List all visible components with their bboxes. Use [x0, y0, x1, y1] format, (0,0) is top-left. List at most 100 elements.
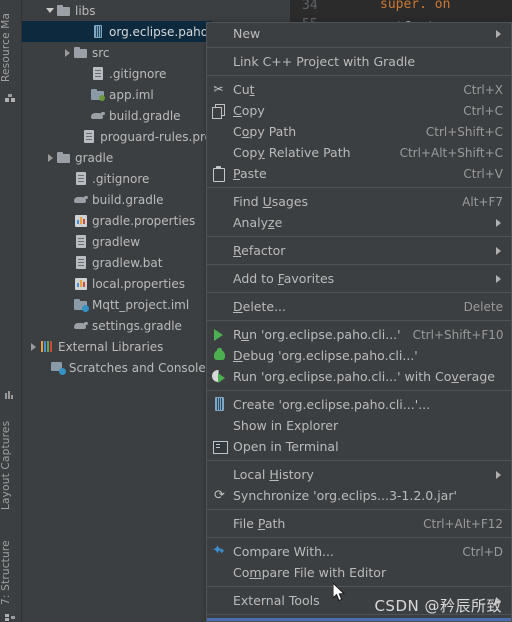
- menu-item-label: Find Usages: [233, 194, 309, 209]
- tree-row[interactable]: Scratches and Consoles: [22, 357, 212, 378]
- menu-item[interactable]: Find Usages Alt+F7: [207, 191, 511, 212]
- resource-manager-icon: [5, 88, 16, 102]
- layout-captures-icon: [5, 385, 16, 399]
- left-tool-strip: Resource Ma Layout Captures 7: Structure: [0, 0, 22, 622]
- tree-row[interactable]: build.gradle: [22, 105, 212, 126]
- terminal-icon: [207, 436, 233, 457]
- debug-icon: [207, 345, 233, 366]
- tree-row[interactable]: proguard-rules.pro: [22, 126, 212, 147]
- menu-item[interactable]: Analyze: [207, 212, 511, 233]
- menu-item-label: Copy: [233, 103, 265, 118]
- copy-icon: [207, 100, 233, 121]
- menu-item[interactable]: Run 'org.eclipse.paho.cli...' Ctrl+Shift+…: [207, 324, 511, 345]
- menu-separator: [207, 236, 511, 237]
- tree-row[interactable]: src: [22, 42, 212, 63]
- menu-item[interactable]: Create 'org.eclipse.paho.cli...'...: [207, 394, 511, 415]
- tree-row[interactable]: settings.gradle: [22, 315, 212, 336]
- menu-item[interactable]: Copy Relative Path Ctrl+Alt+Shift+C: [207, 142, 511, 163]
- menu-item[interactable]: Show in Explorer: [207, 415, 511, 436]
- tree-row[interactable]: Mqtt_project.iml: [22, 294, 212, 315]
- tree-row-label: .gitignore: [109, 66, 167, 81]
- tree-row[interactable]: External Libraries: [22, 336, 212, 357]
- tree-row[interactable]: gradle: [22, 147, 212, 168]
- tree-row[interactable]: local.properties: [22, 273, 212, 294]
- menu-item[interactable]: New: [207, 23, 511, 44]
- tree-row-label: proguard-rules.pro: [100, 129, 212, 144]
- tree-row-label: app.iml: [109, 87, 154, 102]
- gradle-icon: [73, 192, 88, 207]
- menu-item[interactable]: Link C++ Project with Gradle: [207, 51, 511, 72]
- tree-row[interactable]: app.iml: [22, 84, 212, 105]
- tree-row[interactable]: .gitignore: [22, 63, 212, 84]
- chevron-right-icon[interactable]: [28, 341, 39, 352]
- tree-row-label: settings.gradle: [92, 318, 182, 333]
- project-tree[interactable]: libs org.eclipse.paho src .gitignore app.iml…: [22, 0, 212, 622]
- menu-item[interactable]: Refactor: [207, 240, 511, 261]
- submenu-arrow-icon: [495, 470, 503, 479]
- sidebar-tab-structure[interactable]: 7: Structure: [0, 520, 22, 605]
- sidebar-tab-label: Layout Captures: [0, 420, 12, 510]
- menu-item-label: Copy Path: [233, 124, 297, 139]
- sidebar-tab-layout-captures[interactable]: Layout Captures: [0, 400, 22, 510]
- menu-item-label: Create 'org.eclipse.paho.cli...'...: [233, 397, 431, 412]
- tree-row[interactable]: build.gradle: [22, 189, 212, 210]
- menu-item[interactable]: Debug 'org.eclipse.paho.cli...': [207, 345, 511, 366]
- menu-item[interactable]: Add to Favorites: [207, 268, 511, 289]
- file-icon: [73, 171, 88, 186]
- context-menu[interactable]: New Link C++ Project with Gradle ✂ Cut Ctrl+…: [206, 22, 512, 622]
- menu-item-label: Analyze: [233, 215, 283, 230]
- coverage-icon: [207, 366, 233, 387]
- file-icon: [81, 129, 96, 144]
- menu-item[interactable]: Delete... Delete: [207, 296, 511, 317]
- tree-row[interactable]: .gitignore: [22, 168, 212, 189]
- chevron-right-icon[interactable]: [45, 152, 56, 163]
- menu-separator: [207, 292, 511, 293]
- menu-item-shortcut: Ctrl+Shift+C: [425, 124, 503, 139]
- properties-icon: [73, 276, 88, 291]
- menu-item[interactable]: File Path Ctrl+Alt+F12: [207, 513, 511, 534]
- tree-row[interactable]: gradlew.bat: [22, 252, 212, 273]
- run-icon: [207, 324, 233, 345]
- menu-separator: [207, 75, 511, 76]
- menu-item-label: Paste: [233, 166, 267, 181]
- tree-row[interactable]: org.eclipse.paho: [22, 21, 212, 42]
- compare-icon: [207, 541, 233, 562]
- tree-row[interactable]: gradlew: [22, 231, 212, 252]
- tree-row[interactable]: libs: [22, 0, 212, 21]
- menu-item-label: Synchronize 'org.eclips...3-1.2.0.jar': [233, 488, 457, 503]
- menu-item[interactable]: ⟳ Synchronize 'org.eclips...3-1.2.0.jar': [207, 485, 511, 506]
- submenu-arrow-icon: [495, 218, 503, 227]
- menu-item[interactable]: Compare File with Editor: [207, 562, 511, 583]
- menu-item-label: Cut: [233, 82, 255, 97]
- menu-item[interactable]: Add As Library...: [207, 618, 511, 621]
- menu-item[interactable]: Compare With... Ctrl+D: [207, 541, 511, 562]
- properties-icon: [73, 213, 88, 228]
- chevron-down-icon[interactable]: [45, 5, 56, 16]
- line-number: 34: [302, 0, 318, 13]
- menu-item-label: Link C++ Project with Gradle: [233, 54, 416, 69]
- menu-item[interactable]: ✂ Cut Ctrl+X: [207, 79, 511, 100]
- tree-row-label: gradlew.bat: [92, 255, 163, 270]
- menu-item[interactable]: Copy Path Ctrl+Shift+C: [207, 121, 511, 142]
- menu-item[interactable]: Open in Terminal: [207, 436, 511, 457]
- menu-item[interactable]: Run 'org.eclipse.paho.cli...' with Cover…: [207, 366, 511, 387]
- menu-item-label: Compare With...: [233, 544, 334, 559]
- sync-icon: ⟳: [214, 488, 225, 503]
- tree-row[interactable]: gradle.properties: [22, 210, 212, 231]
- menu-separator: [207, 187, 511, 188]
- chevron-right-icon[interactable]: [62, 47, 73, 58]
- scratches-icon: [50, 360, 66, 375]
- tree-row-label: org.eclipse.paho: [109, 24, 209, 39]
- sidebar-tab-resource-manager[interactable]: Resource Ma: [0, 2, 22, 82]
- menu-item[interactable]: Local History: [207, 464, 511, 485]
- menu-separator: [207, 390, 511, 391]
- menu-item[interactable]: Paste Ctrl+V: [207, 163, 511, 184]
- menu-item[interactable]: Copy Ctrl+C: [207, 100, 511, 121]
- code-fragment: super. on: [380, 0, 451, 12]
